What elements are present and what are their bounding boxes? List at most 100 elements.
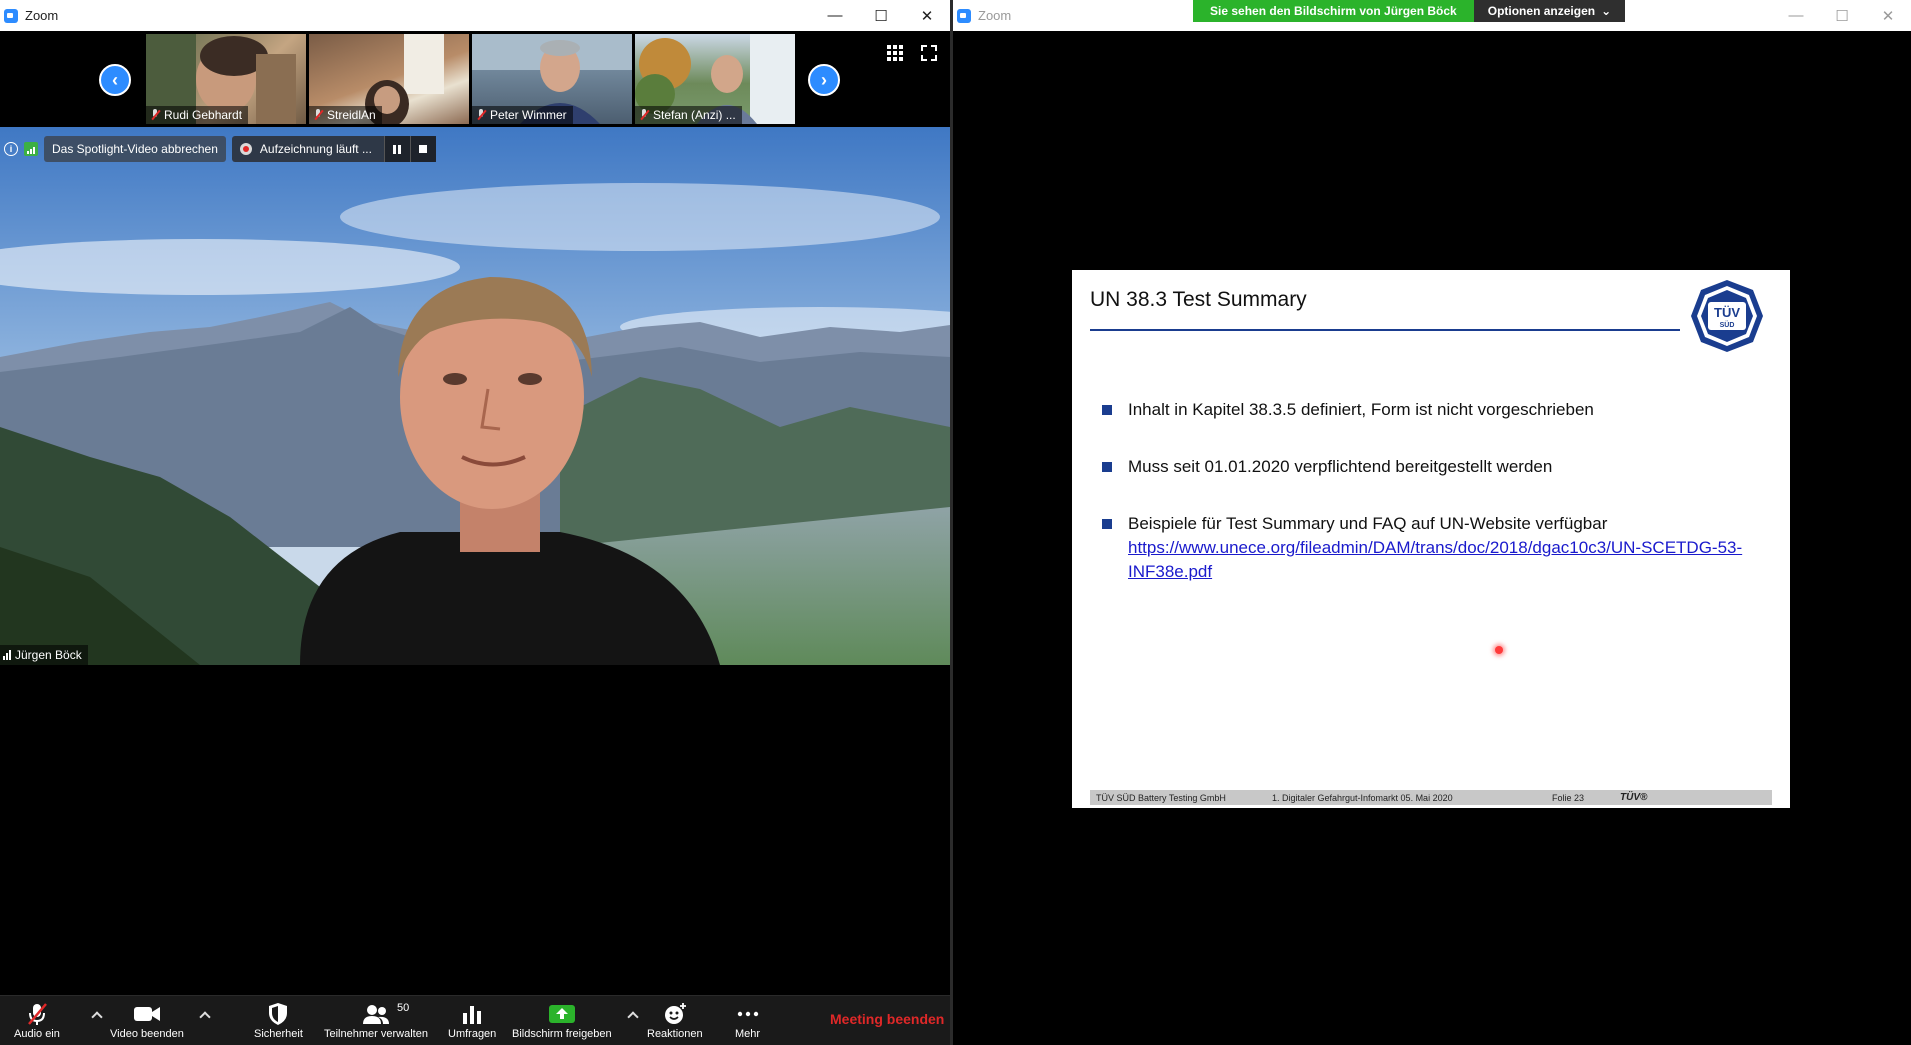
speaker-video-background xyxy=(0,127,950,665)
next-page-button[interactable]: › xyxy=(808,64,840,96)
footer-event: 1. Digitaler Gefahrgut-Infomarkt 05. Mai… xyxy=(1272,793,1453,803)
zoom-screen-share-window: Zoom — ☐ ✕ Sie sehen den Bildschirm von … xyxy=(953,0,1911,1045)
participant-thumbnail-strip: ‹ Rudi Gebhardt StreidlAn Peter Wimmer S… xyxy=(0,31,950,127)
participant-thumbnail[interactable]: Peter Wimmer xyxy=(472,34,632,124)
recording-icon xyxy=(239,143,252,155)
audio-level-icon xyxy=(3,650,11,660)
share-screen-label: Bildschirm freigeben xyxy=(512,1028,612,1040)
security-button[interactable]: Sicherheit xyxy=(254,1000,303,1040)
zoom-meeting-window: Zoom — ☐ ✕ ‹ Rudi Gebhardt StreidlAn Pet… xyxy=(0,0,950,1045)
reactions-button[interactable]: Reaktionen xyxy=(647,1000,703,1040)
participants-count: 50 xyxy=(397,1002,410,1014)
minimize-button[interactable]: — xyxy=(1773,0,1819,31)
slide-title: UN 38.3 Test Summary xyxy=(1090,288,1307,311)
previous-page-button[interactable]: ‹ xyxy=(99,64,131,96)
participant-thumbnail[interactable]: Stefan (Anzi) ... xyxy=(635,34,795,124)
muted-mic-icon xyxy=(639,109,649,121)
security-label: Sicherheit xyxy=(254,1028,303,1040)
tuv-sud-logo-icon: TÜV SÜD xyxy=(1691,280,1763,352)
connection-signal-icon[interactable] xyxy=(24,142,38,156)
slide-bullet: Inhalt in Kapitel 38.3.5 definiert, Form… xyxy=(1102,398,1762,422)
gallery-view-icon[interactable] xyxy=(887,45,903,61)
stop-icon xyxy=(419,145,428,153)
video-button[interactable]: Video beenden xyxy=(110,1000,184,1040)
more-dots-icon xyxy=(737,1000,759,1028)
zoom-logo-icon xyxy=(4,8,18,23)
speaker-name: Jürgen Böck xyxy=(15,648,82,662)
participant-thumbnail[interactable]: StreidlAn xyxy=(309,34,469,124)
more-label: Mehr xyxy=(735,1028,761,1040)
cancel-spotlight-button[interactable]: Das Spotlight-Video abbrechen xyxy=(44,136,226,162)
window-title: Zoom xyxy=(978,8,1012,23)
meeting-toolbar: Audio ein Video beenden Sicherheit Teiln… xyxy=(0,995,950,1045)
share-status-label: Sie sehen den Bildschirm von Jürgen Böck xyxy=(1193,0,1474,22)
stop-recording-button[interactable] xyxy=(409,136,436,162)
laser-pointer xyxy=(1495,646,1503,654)
audio-options-caret[interactable] xyxy=(92,1010,102,1020)
share-screen-icon xyxy=(548,1000,576,1028)
fullscreen-icon[interactable] xyxy=(921,45,937,61)
screen-share-banner: Sie sehen den Bildschirm von Jürgen Böck… xyxy=(1193,0,1626,22)
title-underline xyxy=(1090,329,1680,331)
svg-text:TÜV: TÜV xyxy=(1714,305,1740,320)
view-options-button[interactable]: Optionen anzeigen ⌄ xyxy=(1473,0,1626,22)
footer-company: TÜV SÜD Battery Testing GmbH xyxy=(1096,793,1226,803)
muted-mic-icon xyxy=(313,109,323,121)
video-options-caret[interactable] xyxy=(200,1010,210,1020)
muted-microphone-icon xyxy=(26,1000,48,1028)
participant-name: Peter Wimmer xyxy=(490,108,567,122)
muted-mic-icon xyxy=(476,109,486,121)
shared-slide: UN 38.3 Test Summary TÜV SÜD Inhalt in K… xyxy=(1072,270,1790,808)
muted-mic-icon xyxy=(150,109,160,121)
more-button[interactable]: Mehr xyxy=(735,1000,760,1040)
window-titlebar: Zoom — ☐ ✕ xyxy=(0,0,950,31)
polls-button[interactable]: Umfragen xyxy=(448,1000,496,1040)
info-icon[interactable]: i xyxy=(4,142,18,156)
recording-label: Aufzeichnung läuft ... xyxy=(259,142,372,156)
bar-chart-icon xyxy=(461,1000,483,1028)
participant-thumbnail[interactable]: Rudi Gebhardt xyxy=(146,34,306,124)
view-options-label: Optionen anzeigen xyxy=(1487,4,1596,18)
slide-footer: TÜV SÜD Battery Testing GmbH 1. Digitale… xyxy=(1090,790,1772,805)
shield-icon xyxy=(267,1000,289,1028)
chevron-right-icon: › xyxy=(821,69,827,90)
slide-bullet: Muss seit 01.01.2020 verpflichtend berei… xyxy=(1102,455,1762,479)
spotlight-video xyxy=(0,127,950,665)
chevron-down-icon: ⌄ xyxy=(1601,4,1612,18)
maximize-button[interactable]: ☐ xyxy=(858,0,904,31)
reactions-label: Reaktionen xyxy=(647,1028,703,1040)
slide-bullet: Beispiele für Test Summary und FAQ auf U… xyxy=(1102,512,1762,584)
participants-button[interactable]: Teilnehmer verwalten xyxy=(324,1000,428,1040)
footer-page-number: Folie 23 xyxy=(1552,793,1585,803)
share-options-caret[interactable] xyxy=(628,1010,638,1020)
window-title: Zoom xyxy=(25,8,59,23)
smiley-icon xyxy=(663,1000,687,1028)
footer-logo: TÜV® xyxy=(1620,792,1648,803)
end-meeting-button[interactable]: Meeting beenden xyxy=(830,1011,944,1027)
unece-link[interactable]: https://www.unece.org/fileadmin/DAM/tran… xyxy=(1128,536,1762,584)
video-camera-icon xyxy=(133,1000,161,1028)
chevron-left-icon: ‹ xyxy=(112,69,118,90)
video-label: Video beenden xyxy=(110,1028,184,1040)
minimize-button[interactable]: — xyxy=(812,0,858,31)
close-button[interactable]: ✕ xyxy=(904,0,950,31)
share-screen-button[interactable]: Bildschirm freigeben xyxy=(512,1000,612,1040)
pause-icon xyxy=(393,144,402,154)
participants-icon xyxy=(361,1000,391,1028)
pause-recording-button[interactable] xyxy=(383,136,410,162)
polls-label: Umfragen xyxy=(448,1028,497,1040)
spotlight-overlay-bar: i Das Spotlight-Video abbrechen Aufzeich… xyxy=(4,136,436,162)
maximize-button[interactable]: ☐ xyxy=(1819,0,1865,31)
zoom-logo-icon xyxy=(957,8,971,23)
svg-text:SÜD: SÜD xyxy=(1720,320,1735,329)
speaker-name-tag: Jürgen Böck xyxy=(0,645,88,665)
participant-name: StreidlAn xyxy=(327,108,376,122)
audio-button[interactable]: Audio ein xyxy=(14,1000,60,1040)
audio-label: Audio ein xyxy=(14,1028,60,1040)
participants-label: Teilnehmer verwalten xyxy=(324,1028,428,1040)
slide-bullet-list: Inhalt in Kapitel 38.3.5 definiert, Form… xyxy=(1102,398,1762,617)
recording-indicator: Aufzeichnung läuft ... xyxy=(231,136,436,162)
participant-name: Stefan (Anzi) ... xyxy=(653,108,736,122)
close-button[interactable]: ✕ xyxy=(1865,0,1911,31)
participant-name: Rudi Gebhardt xyxy=(164,108,243,122)
